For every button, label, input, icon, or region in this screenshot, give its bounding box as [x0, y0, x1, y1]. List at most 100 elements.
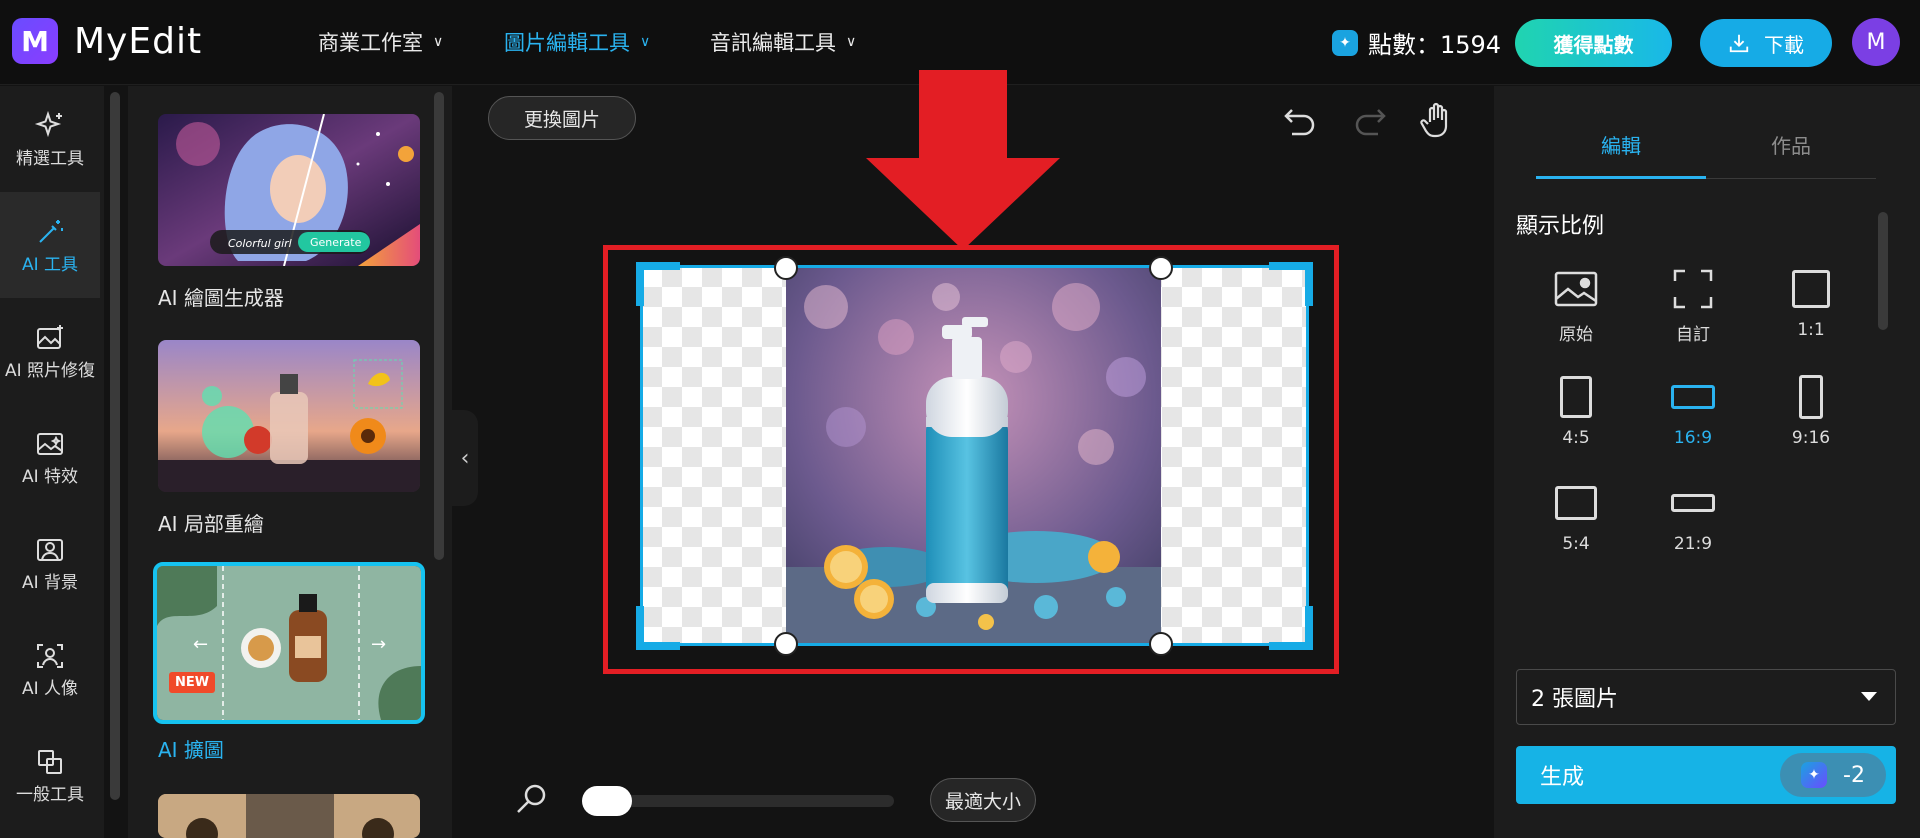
right-panel-scrollbar[interactable]	[1878, 212, 1888, 330]
rail-item-portrait[interactable]: AI 人像	[0, 616, 100, 722]
credit-cost-value: -2	[1843, 762, 1865, 788]
ratio-label: 9:16	[1791, 428, 1831, 448]
rail-label: 精選工具	[16, 149, 84, 169]
photo-handle-bottom-left[interactable]	[774, 632, 798, 656]
avatar[interactable]: M	[1852, 18, 1900, 66]
annotation-arrow	[866, 70, 1060, 250]
chevron-left-icon: ‹	[460, 445, 470, 471]
rail-label: AI 人像	[21, 679, 79, 699]
rail-label: AI 背景	[21, 573, 79, 593]
nav-audio-tools[interactable]: 音訊編輯工具 ∨	[710, 27, 856, 57]
zoom-slider-thumb[interactable]	[582, 786, 632, 816]
zoom-icon[interactable]	[514, 781, 550, 817]
download-icon	[1729, 34, 1749, 53]
rail-item-effects[interactable]: AI 特效	[0, 404, 100, 510]
nav-label: 音訊編輯工具	[710, 31, 836, 55]
resize-corner-bottom-left[interactable]	[636, 606, 680, 650]
tool-card-next[interactable]	[158, 794, 420, 838]
ratio-label: 自訂	[1676, 325, 1710, 345]
dropdown-caret-icon	[1861, 692, 1877, 701]
tool-card-ai-inpaint[interactable]	[158, 340, 420, 492]
ratio-label: 4:5	[1562, 428, 1590, 448]
chevron-down-icon: ∨	[846, 34, 857, 50]
hand-pan-icon[interactable]	[1418, 100, 1458, 140]
thumb-generate-text: Generate	[310, 236, 362, 249]
credit-gem-icon: ✦	[1801, 762, 1828, 788]
portrait-icon	[37, 644, 63, 668]
image-icon	[1554, 271, 1598, 307]
custom-crop-icon	[1673, 269, 1713, 309]
ultrawide-shape-icon	[1671, 494, 1715, 512]
get-points-button[interactable]: 獲得點數	[1515, 19, 1672, 67]
rail-scrollbar[interactable]	[110, 92, 120, 800]
points-label: 點數：1594	[1368, 31, 1502, 59]
download-label: 下載	[1764, 32, 1804, 57]
ratio-5-4[interactable]: 5:4	[1526, 472, 1626, 582]
resize-corner-top-right[interactable]	[1269, 262, 1313, 306]
nav-business-studio[interactable]: 商業工作室 ∨	[318, 27, 443, 57]
photo-handle-bottom-right[interactable]	[1149, 632, 1173, 656]
undo-icon[interactable]	[1280, 100, 1320, 140]
app-logo[interactable]: M MyEdit	[12, 18, 202, 64]
ratio-1-1[interactable]: 1:1	[1761, 258, 1861, 368]
ratio-9-16[interactable]: 9:16	[1761, 366, 1861, 476]
svg-text:→: →	[371, 634, 386, 655]
rail-item-photo-enhance[interactable]: AI 照片修復	[0, 298, 100, 404]
ratio-label: 16:9	[1673, 428, 1713, 448]
effect-icon	[37, 433, 63, 455]
rail-item-background[interactable]: AI 背景	[0, 510, 100, 616]
ratio-4-5[interactable]: 4:5	[1526, 366, 1626, 476]
thumb-prompt-text: Colorful girl	[228, 237, 292, 250]
credit-gem-icon: ✦	[1332, 29, 1358, 56]
canvas-selection-border[interactable]	[640, 265, 1309, 646]
tab-works[interactable]: 作品	[1706, 130, 1876, 159]
resize-corner-bottom-right[interactable]	[1269, 606, 1313, 650]
tool-label-ai-drawing[interactable]: AI 繪圖生成器	[158, 282, 284, 311]
image-count-select[interactable]: 2 張圖片	[1516, 669, 1896, 725]
tool-card-ai-expand[interactable]: ← → NEW	[153, 562, 425, 724]
generate-label: 生成	[1540, 765, 1585, 790]
panel-scrollbar[interactable]	[434, 92, 444, 560]
nav-image-tools[interactable]: 圖片編輯工具 ∨	[504, 27, 650, 57]
background-icon	[37, 539, 63, 561]
logo-mark: M	[12, 18, 58, 64]
points-display: ✦ 點數：1594	[1332, 25, 1501, 60]
resize-corner-top-left[interactable]	[636, 262, 680, 306]
ratio-21-9[interactable]: 21:9	[1643, 472, 1743, 582]
replace-image-button[interactable]: 更換圖片	[488, 96, 636, 140]
tab-active-indicator	[1536, 176, 1706, 179]
tall-shape-icon	[1799, 375, 1823, 419]
widescreen-shape-icon	[1671, 385, 1715, 409]
tool-label-ai-inpaint[interactable]: AI 局部重繪	[158, 508, 264, 537]
generate-button[interactable]: 生成 ✦ -2	[1516, 746, 1896, 804]
tool-label-ai-expand[interactable]: AI 擴圖	[158, 734, 224, 763]
photo-handle-top-right[interactable]	[1149, 256, 1173, 280]
svg-text:←: ←	[193, 634, 208, 655]
ratio-custom[interactable]: 自訂	[1643, 258, 1743, 368]
app-name: MyEdit	[74, 20, 203, 62]
download-button[interactable]: 下載	[1700, 19, 1832, 67]
rail-item-featured[interactable]: 精選工具	[0, 86, 100, 192]
copy-icon	[38, 750, 62, 774]
ai-inpaint-thumbnail	[158, 340, 420, 492]
ratio-original[interactable]: 原始	[1526, 258, 1626, 368]
credit-cost-badge: ✦ -2	[1780, 753, 1886, 797]
collapse-panel-button[interactable]: ‹	[452, 410, 478, 506]
tool-card-ai-drawing[interactable]: Colorful girl Generate	[158, 114, 420, 266]
ratio-16-9[interactable]: 16:9	[1643, 366, 1743, 476]
landscape-shape-icon	[1555, 486, 1597, 520]
left-rail: 精選工具 AI 工具 AI 照片修復 AI 特效 AI 背景 AI 人像 一般工…	[0, 86, 104, 838]
redo-icon[interactable]	[1350, 100, 1390, 140]
magic-wand-icon	[39, 220, 63, 243]
rail-item-general-tools[interactable]: 一般工具	[0, 722, 100, 828]
ratio-section-title: 顯示比例	[1516, 214, 1605, 239]
portrait-shape-icon	[1560, 376, 1592, 418]
ratio-label: 5:4	[1562, 534, 1590, 554]
square-shape-icon	[1792, 270, 1830, 308]
tab-edit[interactable]: 編輯	[1536, 130, 1706, 159]
new-badge: NEW	[169, 672, 216, 693]
fit-size-button[interactable]: 最適大小	[930, 778, 1036, 822]
photo-handle-top-left[interactable]	[774, 256, 798, 280]
rail-item-ai-tools[interactable]: AI 工具	[0, 192, 100, 298]
select-value: 2 張圖片	[1531, 687, 1618, 712]
